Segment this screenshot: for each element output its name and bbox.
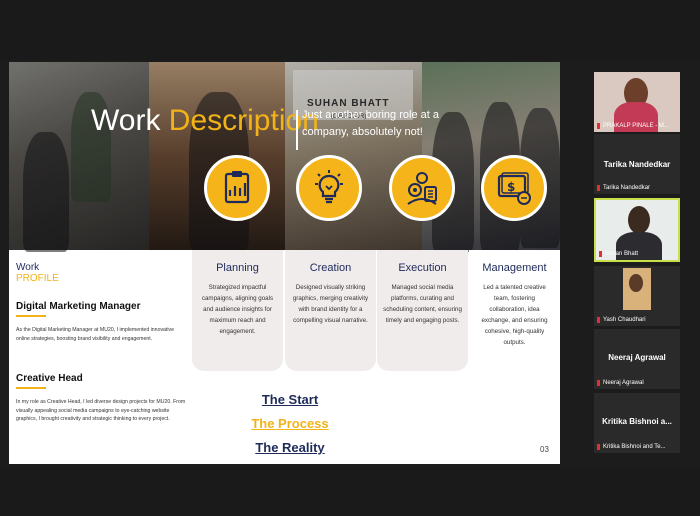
- participant-display-name-5: Neeraj Agrawal: [608, 353, 666, 362]
- participant-name-5: Neeraj Agrawal: [597, 380, 644, 386]
- card-title-execution: Execution: [398, 262, 447, 274]
- shared-presentation-slide: SUHAN BHATT (DIRECTOR) Work Description …: [9, 62, 560, 464]
- participant-name-3: Suhan Bhatt: [599, 251, 638, 257]
- role1-text: As the Digital Marketing Manager at MU20…: [16, 327, 175, 342]
- participant-name-4: Yash Chaudhari: [597, 317, 646, 323]
- card-title-management: Management: [482, 262, 547, 274]
- participant-tile-5[interactable]: Neeraj Agrawal Neeraj Agrawal: [594, 329, 680, 389]
- card-text-creation: Designed visually striking graphics, mer…: [292, 284, 369, 324]
- card-text-management: Led a talented creative team, fostering …: [481, 284, 548, 346]
- gear-person-icon: [389, 155, 455, 221]
- mic-muted-icon: [597, 185, 600, 191]
- mic-muted-icon: [597, 123, 600, 129]
- profile-label: PROFILE: [16, 273, 59, 284]
- avatar: [628, 206, 650, 234]
- participant-tile-1[interactable]: PRAKALP PINALE - M...: [594, 72, 680, 132]
- meeting-top-bar: [0, 0, 700, 60]
- nav-link-the-process[interactable]: The Process: [235, 416, 345, 431]
- participant-tile-4[interactable]: Yash Chaudhari: [594, 266, 680, 326]
- participant-name-6: Kritika Bishnoi and Te...: [597, 444, 666, 450]
- participant-name-2: Tarika Nandedkar: [597, 185, 650, 191]
- participant-name-1: PRAKALP PINALE - M...: [597, 123, 669, 129]
- slide-page-number: 03: [540, 445, 549, 454]
- participant-tile-2[interactable]: Tarika Nandedkar Tarika Nandedkar: [594, 134, 680, 194]
- slide-subtitle: Just another boring role at a company, a…: [302, 109, 439, 138]
- meeting-bottom-bar: [0, 468, 700, 516]
- nav-link-the-reality[interactable]: The Reality: [235, 440, 345, 455]
- svg-text:$: $: [507, 180, 515, 194]
- mic-muted-icon: [597, 317, 600, 323]
- card-text-execution: Managed social media platforms, curating…: [383, 284, 462, 324]
- participant-tile-6[interactable]: Kritika Bishnoi a... Kritika Bishnoi and…: [594, 393, 680, 453]
- role1-underline: [16, 315, 46, 317]
- money-document-icon: $: [481, 155, 547, 221]
- participant-display-name-2: Tarika Nandedkar: [603, 160, 671, 169]
- work-label: Work: [16, 262, 40, 273]
- slide-title: Work Description: [91, 104, 319, 138]
- card-title-creation: Creation: [309, 262, 352, 274]
- participant-display-name-6: Kritika Bishnoi a...: [602, 417, 672, 426]
- card-text-planning: Strategized impactful campaigns, alignin…: [201, 284, 274, 335]
- mic-muted-icon: [597, 380, 600, 386]
- role2-text: In my role as Creative Head, I led diver…: [16, 399, 186, 422]
- title-divider: [296, 110, 298, 150]
- lightbulb-icon: [296, 155, 362, 221]
- nav-link-the-start[interactable]: The Start: [235, 392, 345, 407]
- clipboard-chart-icon: [204, 155, 270, 221]
- role1-title: Digital Marketing Manager: [16, 301, 141, 312]
- participant-tile-3-active[interactable]: Suhan Bhatt: [594, 198, 680, 262]
- title-plain: Work: [91, 104, 161, 137]
- role2-underline: [16, 387, 46, 389]
- hero-photo-strip: SUHAN BHATT (DIRECTOR) Work Description …: [9, 62, 560, 252]
- card-title-planning: Planning: [216, 262, 259, 274]
- mic-muted-icon: [599, 251, 602, 257]
- mic-muted-icon: [597, 444, 600, 450]
- role2-title: Creative Head: [16, 373, 83, 384]
- avatar: [629, 274, 643, 292]
